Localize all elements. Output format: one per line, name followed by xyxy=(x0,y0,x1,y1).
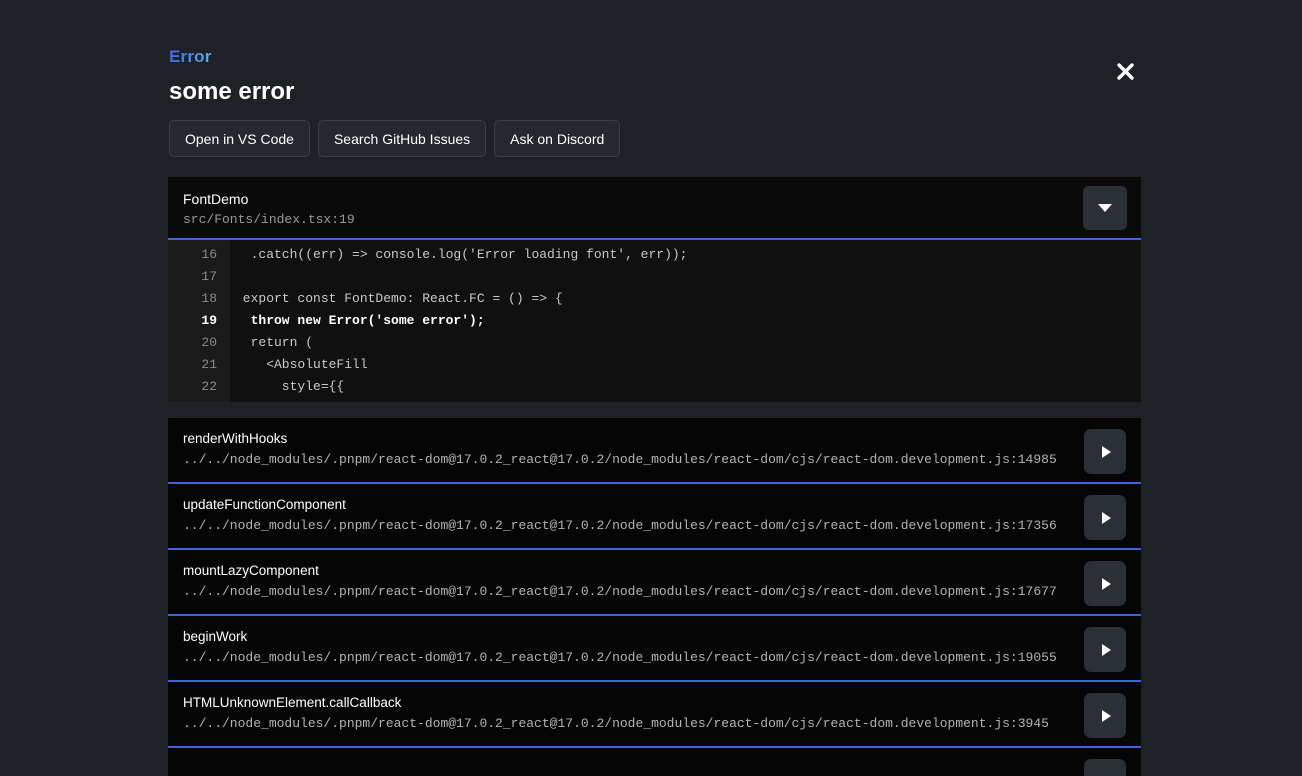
frame-function-name: updateFunctionComponent xyxy=(183,497,1071,512)
line-source: throw new Error('some error'); xyxy=(230,310,1141,332)
code-frame: FontDemo src/Fonts/index.tsx:19 16 .catc… xyxy=(168,177,1141,402)
line-source: return ( xyxy=(230,332,1141,354)
code-snippet: 16 .catch((err) => console.log('Error lo… xyxy=(168,240,1141,402)
line-number: 18 xyxy=(168,288,230,310)
collapse-code-frame-button[interactable] xyxy=(1083,186,1127,230)
close-icon xyxy=(1116,62,1135,84)
error-message-title: some error xyxy=(169,78,294,106)
play-icon xyxy=(1102,578,1111,590)
play-icon xyxy=(1102,710,1111,722)
frame-file-path: ../../node_modules/.pnpm/react-dom@17.0.… xyxy=(183,584,1071,599)
search-github-issues-button[interactable]: Search GitHub Issues xyxy=(318,120,486,157)
line-number: 21 xyxy=(168,354,230,376)
code-line: 20 return ( xyxy=(168,332,1141,354)
code-line: 21 <AbsoluteFill xyxy=(168,354,1141,376)
stack-frame-renderwithhooks[interactable]: renderWithHooks ../../node_modules/.pnpm… xyxy=(168,418,1141,484)
frame-function-name: beginWork xyxy=(183,629,1071,644)
expand-frame-button[interactable] xyxy=(1084,759,1126,776)
stack-frame-mountlazycomponent[interactable]: mountLazyComponent ../../node_modules/.p… xyxy=(168,550,1141,616)
component-name: FontDemo xyxy=(183,191,1125,207)
code-line: 16 .catch((err) => console.log('Error lo… xyxy=(168,244,1141,266)
stack-frame-beginwork[interactable]: beginWork ../../node_modules/.pnpm/react… xyxy=(168,616,1141,682)
error-kicker: Error xyxy=(169,47,212,67)
open-in-vscode-button[interactable]: Open in VS Code xyxy=(169,120,310,157)
line-source: <AbsoluteFill xyxy=(230,354,1141,376)
stack-trace-list: renderWithHooks ../../node_modules/.pnpm… xyxy=(168,418,1141,776)
stack-frame-updatefunctioncomponent[interactable]: updateFunctionComponent ../../node_modul… xyxy=(168,484,1141,550)
play-icon xyxy=(1102,644,1111,656)
expand-frame-button[interactable] xyxy=(1084,429,1126,474)
source-location: src/Fonts/index.tsx:19 xyxy=(183,212,1125,227)
frame-file-path: ../../node_modules/.pnpm/react-dom@17.0.… xyxy=(183,650,1071,665)
frame-file-path: ../../node_modules/.pnpm/react-dom@17.0.… xyxy=(183,518,1071,533)
line-source: export const FontDemo: React.FC = () => … xyxy=(230,288,1141,310)
expand-frame-button[interactable] xyxy=(1084,561,1126,606)
line-source: style={{ xyxy=(230,376,1141,398)
expand-frame-button[interactable] xyxy=(1084,495,1126,540)
code-line: 18 export const FontDemo: React.FC = () … xyxy=(168,288,1141,310)
chevron-down-icon xyxy=(1098,204,1112,212)
code-frame-header: FontDemo src/Fonts/index.tsx:19 xyxy=(168,177,1141,240)
code-line-highlighted: 19 throw new Error('some error'); xyxy=(168,310,1141,332)
close-button[interactable] xyxy=(1108,56,1142,90)
line-number: 19 xyxy=(168,310,230,332)
line-source: .catch((err) => console.log('Error loadi… xyxy=(230,244,1141,266)
play-icon xyxy=(1102,446,1111,458)
play-icon xyxy=(1102,512,1111,524)
line-number: 16 xyxy=(168,244,230,266)
stack-frame-callcallback[interactable]: HTMLUnknownElement.callCallback ../../no… xyxy=(168,682,1141,748)
expand-frame-button[interactable] xyxy=(1084,693,1126,738)
line-number: 20 xyxy=(168,332,230,354)
frame-function-name: HTMLUnknownElement.callCallback xyxy=(183,695,1071,710)
line-number: 22 xyxy=(168,376,230,398)
line-number: 17 xyxy=(168,266,230,288)
frame-file-path: ../../node_modules/.pnpm/react-dom@17.0.… xyxy=(183,452,1071,467)
frame-file-path: ../../node_modules/.pnpm/react-dom@17.0.… xyxy=(183,716,1071,731)
line-source xyxy=(230,266,1141,288)
frame-function-name: renderWithHooks xyxy=(183,431,1071,446)
error-actions: Open in VS Code Search GitHub Issues Ask… xyxy=(169,120,620,157)
ask-on-discord-button[interactable]: Ask on Discord xyxy=(494,120,620,157)
expand-frame-button[interactable] xyxy=(1084,627,1126,672)
stack-frame-partial[interactable] xyxy=(168,748,1141,776)
code-line: 17 xyxy=(168,266,1141,288)
frame-function-name: mountLazyComponent xyxy=(183,563,1071,578)
code-line: 22 style={{ xyxy=(168,376,1141,398)
